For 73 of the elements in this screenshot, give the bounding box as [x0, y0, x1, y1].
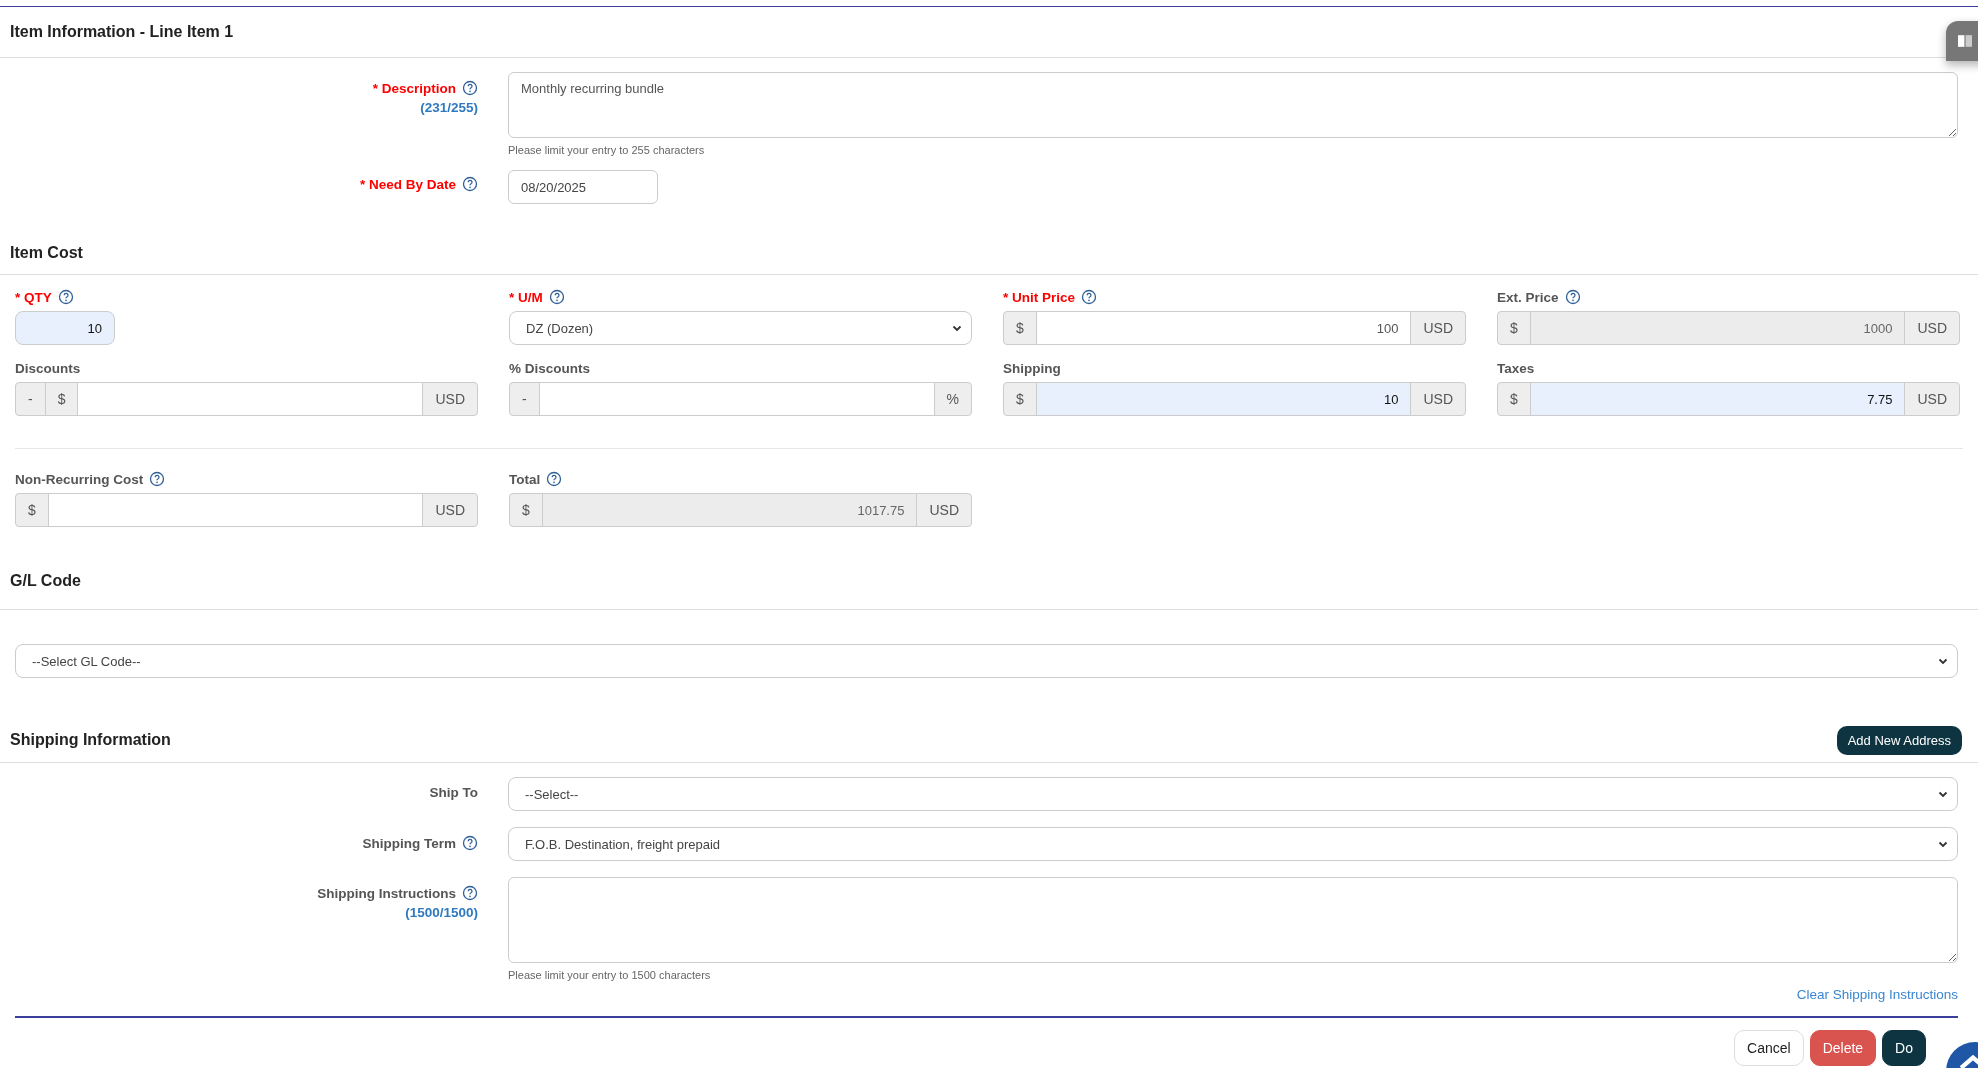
select-field[interactable]: --Select--: [508, 777, 1958, 811]
footer-button[interactable]: Cancel: [1734, 1029, 1804, 1066]
input-addon: USD: [1410, 382, 1466, 416]
input-addon: USD: [1904, 382, 1960, 416]
help-icon[interactable]: [1081, 289, 1098, 305]
description-field[interactable]: Monthly recurring bundle: [508, 72, 1958, 138]
input-addon: USD: [422, 493, 478, 527]
input-addon: $: [1497, 311, 1531, 345]
footer-button[interactable]: Do: [1882, 1029, 1926, 1066]
input-addon: $: [509, 493, 543, 527]
field-label: * QTY: [15, 289, 52, 305]
add-new-address-button[interactable]: Add New Address: [1836, 725, 1962, 755]
field-label: * Need By Date: [359, 176, 456, 192]
help-icon[interactable]: [548, 289, 565, 305]
select-field[interactable]: DZ (Dozen): [509, 311, 972, 345]
amount-field[interactable]: [47, 493, 424, 527]
input-addon: -: [509, 382, 540, 416]
clear-instructions-link[interactable]: Clear Shipping Instructions: [1796, 987, 1958, 1002]
character-counter: (1500/1500): [405, 905, 478, 920]
input-addon: $: [15, 493, 49, 527]
input-addon: $: [44, 382, 79, 416]
input-addon: USD: [916, 493, 972, 527]
field-label: Shipping Term: [362, 835, 456, 851]
book-icon: [1958, 35, 1972, 47]
input-addon: USD: [1904, 311, 1960, 345]
help-icon[interactable]: [462, 885, 478, 901]
select-field[interactable]: F.O.B. Destination, freight prepaid: [508, 827, 1958, 861]
help-icon[interactable]: [149, 471, 166, 487]
character-counter: (231/255): [420, 100, 478, 115]
help-icon[interactable]: [462, 176, 478, 192]
side-tab[interactable]: [1946, 21, 1978, 61]
help-icon[interactable]: [462, 80, 478, 96]
amount-field[interactable]: 7.75: [1529, 382, 1906, 416]
field-label: % Discounts: [509, 361, 590, 376]
field-label: Shipping Instructions: [317, 885, 456, 901]
field-label: Non-Recurring Cost: [15, 471, 144, 487]
gl-code-select[interactable]: --Select GL Code--: [15, 644, 1958, 678]
date-field[interactable]: 08/20/2025: [508, 170, 658, 204]
amount-field[interactable]: 1000: [1529, 311, 1906, 345]
amount-field[interactable]: 1017.75: [541, 493, 918, 527]
section-title: Shipping Information: [10, 731, 171, 749]
quantity-field[interactable]: 10: [15, 311, 115, 345]
field-label: Shipping: [1003, 361, 1061, 376]
field-label: Total: [509, 471, 541, 487]
amount-field[interactable]: 100: [1035, 311, 1412, 345]
footer-button[interactable]: Delete: [1809, 1029, 1877, 1066]
section-title: Item Cost: [10, 244, 83, 262]
section-title: Item Information - Line Item 1: [10, 23, 234, 41]
hint-text: Please limit your entry to 255 characters: [508, 144, 706, 156]
help-icon[interactable]: [546, 471, 563, 487]
amount-field[interactable]: [538, 382, 935, 416]
input-addon: -: [15, 382, 46, 416]
field-label: Ext. Price: [1497, 289, 1559, 305]
input-addon: $: [1003, 311, 1037, 345]
amount-field[interactable]: [77, 382, 424, 416]
field-label: * Unit Price: [1003, 289, 1076, 305]
input-addon: USD: [422, 382, 478, 416]
help-icon[interactable]: [1564, 289, 1581, 305]
field-label: * Description: [372, 80, 456, 96]
instructions-field[interactable]: [508, 877, 1958, 963]
help-icon[interactable]: [462, 835, 478, 851]
help-icon[interactable]: [57, 289, 74, 305]
section-title: G/L Code: [10, 572, 81, 590]
field-label: Discounts: [15, 361, 81, 376]
field-label: Taxes: [1497, 361, 1535, 376]
input-addon: USD: [1410, 311, 1466, 345]
input-addon: $: [1497, 382, 1531, 416]
hint-text: Please limit your entry to 1500 characters: [508, 969, 712, 981]
field-label: Ship To: [429, 785, 478, 800]
input-addon: %: [933, 382, 972, 416]
amount-field[interactable]: 10: [1035, 382, 1412, 416]
input-addon: $: [1003, 382, 1037, 416]
field-label: * U/M: [509, 289, 543, 305]
